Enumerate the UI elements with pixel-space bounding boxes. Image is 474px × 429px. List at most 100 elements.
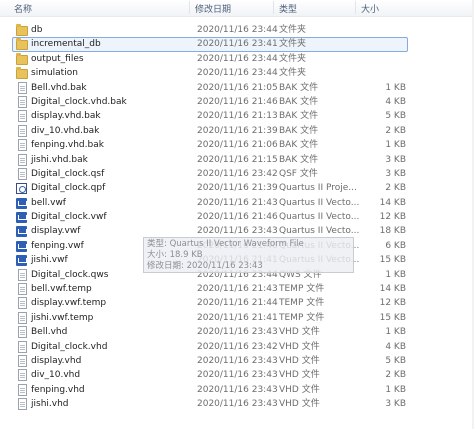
- file-size: 1 KB: [385, 384, 406, 395]
- file-row[interactable]: fenping.vhd 2020/11/16 23:43 VHD 文件 1 KB: [0, 383, 474, 397]
- file-row[interactable]: Bell.vhd 2020/11/16 23:43 VHD 文件 1 KB: [0, 325, 474, 339]
- file-name: simulation: [31, 68, 78, 79]
- file-size: 2 KB: [385, 370, 406, 381]
- file-name: fenping.vhd.bak: [31, 140, 104, 151]
- file-size: 12 KB: [379, 298, 406, 309]
- file-name: fenping.vwf: [31, 240, 84, 251]
- file-date: 2020/11/16 23:42: [197, 341, 278, 352]
- file-size: 2 KB: [385, 125, 406, 136]
- file-row[interactable]: div_10.vhd.bak 2020/11/16 21:39 BAK 文件 2 KB: [0, 124, 474, 138]
- file-row[interactable]: div_10.vhd 2020/11/16 23:43 VHD 文件 2 KB: [0, 368, 474, 382]
- file-type: 文件夹: [279, 39, 307, 50]
- file-size: 1 KB: [385, 327, 406, 338]
- file-type: VHD 文件: [279, 341, 320, 352]
- file-size: 1 KB: [385, 269, 406, 280]
- file-date: 2020/11/16 23:44: [197, 53, 278, 64]
- file-row[interactable]: display.vwf.temp 2020/11/16 21:44 TEMP 文件 1…: [0, 296, 474, 310]
- file-row[interactable]: display.vhd 2020/11/16 23:43 VHD 文件 5 KB: [0, 354, 474, 368]
- file-size: 5 KB: [385, 355, 406, 366]
- tooltip-type-line: 类型: Quartus II Vector Waveform File: [147, 239, 304, 249]
- file-date: 2020/11/16 21:46: [197, 96, 278, 107]
- file-name: jishi.vhd: [31, 399, 69, 410]
- file-row[interactable]: incremental_db 2020/11/16 23:41 文件夹: [0, 37, 474, 53]
- column-header-type[interactable]: 类型: [279, 2, 297, 15]
- column-header-date[interactable]: 修改日期: [195, 2, 231, 15]
- file-type: 文件夹: [279, 25, 307, 35]
- file-row[interactable]: jishi.vhd 2020/11/16 23:43 VHD 文件 3 KB: [0, 397, 474, 411]
- file-row[interactable]: Digital_clock.vhd.bak 2020/11/16 21:46 BAK…: [0, 95, 474, 109]
- file-date: 2020/11/16 23:43: [197, 384, 278, 395]
- file-name: jishi.vhd.bak: [31, 154, 88, 165]
- file-row[interactable]: Bell.vhd.bak 2020/11/16 21:05 BAK 文件 1 KB: [0, 81, 474, 95]
- document-icon: [18, 95, 27, 108]
- file-row[interactable]: fenping.vhd.bak 2020/11/16 21:06 BAK 文件 1 K…: [0, 138, 474, 152]
- file-date: 2020/11/16 23:44: [197, 68, 278, 79]
- file-date: 2020/11/16 21:43: [197, 197, 278, 208]
- file-type: VHD 文件: [279, 327, 320, 338]
- file-name: Digital_clock.vhd.bak: [31, 96, 127, 107]
- file-date: 2020/11/16 21:15: [197, 154, 278, 165]
- file-row[interactable]: Digital_clock.vwf 2020/11/16 21:46 Quartus…: [0, 210, 474, 224]
- column-header-bar: 名称 修改日期 类型 大小: [0, 0, 474, 17]
- file-name: db: [31, 25, 43, 35]
- file-size: 1 KB: [385, 82, 406, 93]
- file-name: display.vhd: [31, 355, 82, 366]
- file-name: bell.vwf: [31, 197, 66, 208]
- document-icon: [18, 283, 27, 296]
- file-name: Digital_clock.qws: [31, 269, 109, 280]
- file-name: jishi.vwf: [31, 255, 68, 266]
- file-date: 2020/11/16 21:44: [197, 298, 278, 309]
- file-row[interactable]: Digital_clock.qsf 2020/11/16 23:42 QSF 文件 3…: [0, 167, 474, 181]
- tooltip-size-line: 大小: 18.9 KB: [147, 250, 203, 260]
- file-row[interactable]: simulation 2020/11/16 23:44 文件夹: [0, 66, 474, 80]
- file-size: 12 KB: [379, 212, 406, 223]
- file-type: VHD 文件: [279, 399, 320, 410]
- file-type: BAK 文件: [279, 154, 319, 165]
- file-row[interactable]: Digital_clock.vhd 2020/11/16 23:42 VHD 文件 4…: [0, 340, 474, 354]
- file-type: Quartus II Vecto...: [279, 212, 360, 223]
- document-icon: [18, 383, 27, 396]
- file-type: TEMP 文件: [279, 312, 325, 323]
- file-name: Bell.vhd.bak: [31, 82, 87, 93]
- file-size: 3 KB: [385, 168, 406, 179]
- file-type: BAK 文件: [279, 111, 319, 122]
- file-row[interactable]: jishi.vwf.temp 2020/11/16 21:41 TEMP 文件 15 …: [0, 311, 474, 325]
- folder-icon: [16, 67, 28, 80]
- waveform-icon: [16, 255, 27, 267]
- column-separator[interactable]: [189, 1, 190, 14]
- column-header-size[interactable]: 大小: [361, 2, 379, 15]
- file-row[interactable]: output_files 2020/11/16 23:44 文件夹: [0, 52, 474, 66]
- file-size: 14 KB: [379, 197, 406, 208]
- file-date: 2020/11/16 23:42: [197, 168, 278, 179]
- file-date: 2020/11/16 23:41: [197, 39, 278, 50]
- file-row[interactable]: jishi.vhd.bak 2020/11/16 21:15 BAK 文件 3 KB: [0, 153, 474, 167]
- file-row[interactable]: Digital_clock.qpf 2020/11/16 21:39 Quartus…: [0, 181, 474, 195]
- file-type: VHD 文件: [279, 370, 320, 381]
- file-date: 2020/11/16 21:39: [197, 125, 278, 136]
- file-size: 3 KB: [385, 154, 406, 165]
- column-header-name[interactable]: 名称: [14, 2, 32, 15]
- document-icon: [18, 297, 27, 310]
- file-type: TEMP 文件: [279, 298, 325, 309]
- waveform-icon: [16, 226, 27, 238]
- file-row[interactable]: bell.vwf.temp 2020/11/16 21:43 TEMP 文件 14 K…: [0, 282, 474, 296]
- column-separator[interactable]: [355, 1, 356, 14]
- file-row[interactable]: display.vhd.bak 2020/11/16 21:13 BAK 文件 5 K…: [0, 109, 474, 123]
- document-icon: [18, 153, 27, 166]
- column-separator[interactable]: [273, 1, 274, 14]
- file-date: 2020/11/16 23:44: [197, 25, 278, 35]
- file-name: fenping.vhd: [31, 384, 85, 395]
- file-list: db 2020/11/16 23:44 文件夹 incremental_db 2020/…: [0, 23, 474, 412]
- folder-icon: [16, 24, 28, 36]
- file-size: 4 KB: [385, 341, 406, 352]
- file-row[interactable]: bell.vwf 2020/11/16 21:43 Quartus II Vecto…: [0, 196, 474, 210]
- file-size: 2 KB: [385, 183, 406, 194]
- file-size: 3 KB: [385, 399, 406, 410]
- tooltip-date-line: 修改日期: 2020/11/16 23:43: [147, 261, 263, 271]
- file-name: div_10.vhd.bak: [31, 125, 100, 136]
- file-row[interactable]: db 2020/11/16 23:44 文件夹: [0, 23, 474, 37]
- file-size: 15 KB: [379, 255, 406, 266]
- file-info-tooltip: 类型: Quartus II Vector Waveform File 大小: …: [143, 237, 354, 273]
- file-name: incremental_db: [31, 39, 101, 50]
- file-date: 2020/11/16 23:43: [197, 355, 278, 366]
